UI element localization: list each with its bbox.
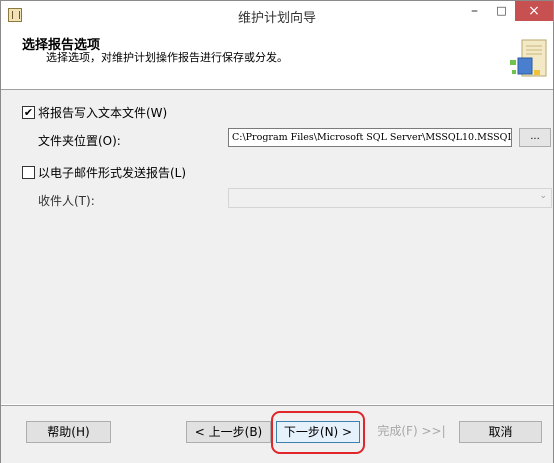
- close-button[interactable]: ×: [515, 1, 553, 21]
- page-subtitle: 选择选项，对维护计划操作报告进行保存或分发。: [46, 51, 288, 64]
- help-button[interactable]: 帮助(H): [26, 421, 111, 443]
- recipient-dropdown[interactable]: ⌄: [228, 188, 552, 208]
- wizard-header: 选择报告选项 选择选项，对维护计划操作报告进行保存或分发。: [1, 30, 553, 90]
- chevron-down-icon: ⌄: [539, 191, 547, 201]
- next-button-highlight: [271, 411, 365, 454]
- title-bar[interactable]: 维护计划向导 – □ ×: [1, 1, 553, 30]
- email-report-checkbox[interactable]: [22, 166, 35, 179]
- folder-location-label: 文件夹位置(O):: [38, 134, 121, 148]
- maximize-button[interactable]: □: [488, 1, 515, 21]
- folder-location-input[interactable]: C:\Program Files\Microsoft SQL Server\MS…: [228, 128, 512, 147]
- recipient-label: 收件人(T):: [38, 194, 95, 208]
- browse-button[interactable]: ...: [519, 128, 551, 147]
- maintenance-plan-wizard-window: 维护计划向导 – □ × 选择报告选项 选择选项，对维护计划操作报告进行保存或分…: [0, 0, 554, 463]
- options-panel: ✔ 将报告写入文本文件(W) 文件夹位置(O): C:\Program File…: [1, 90, 553, 404]
- wizard-header-icon: [510, 39, 547, 77]
- checkmark-icon: ✔: [23, 106, 34, 119]
- minimize-button[interactable]: –: [461, 1, 488, 21]
- write-to-file-label[interactable]: 将报告写入文本文件(W): [38, 104, 167, 121]
- email-report-label[interactable]: 以电子邮件形式发送报告(L): [38, 164, 186, 181]
- wizard-footer: 帮助(H) < 上一步(B) 下一步(N) > 完成(F) >>| 取消: [1, 405, 553, 463]
- finish-button[interactable]: 完成(F) >>|: [369, 421, 454, 443]
- cancel-button[interactable]: 取消: [459, 421, 542, 443]
- write-to-file-checkbox[interactable]: ✔: [22, 106, 35, 119]
- back-button[interactable]: < 上一步(B): [186, 421, 271, 443]
